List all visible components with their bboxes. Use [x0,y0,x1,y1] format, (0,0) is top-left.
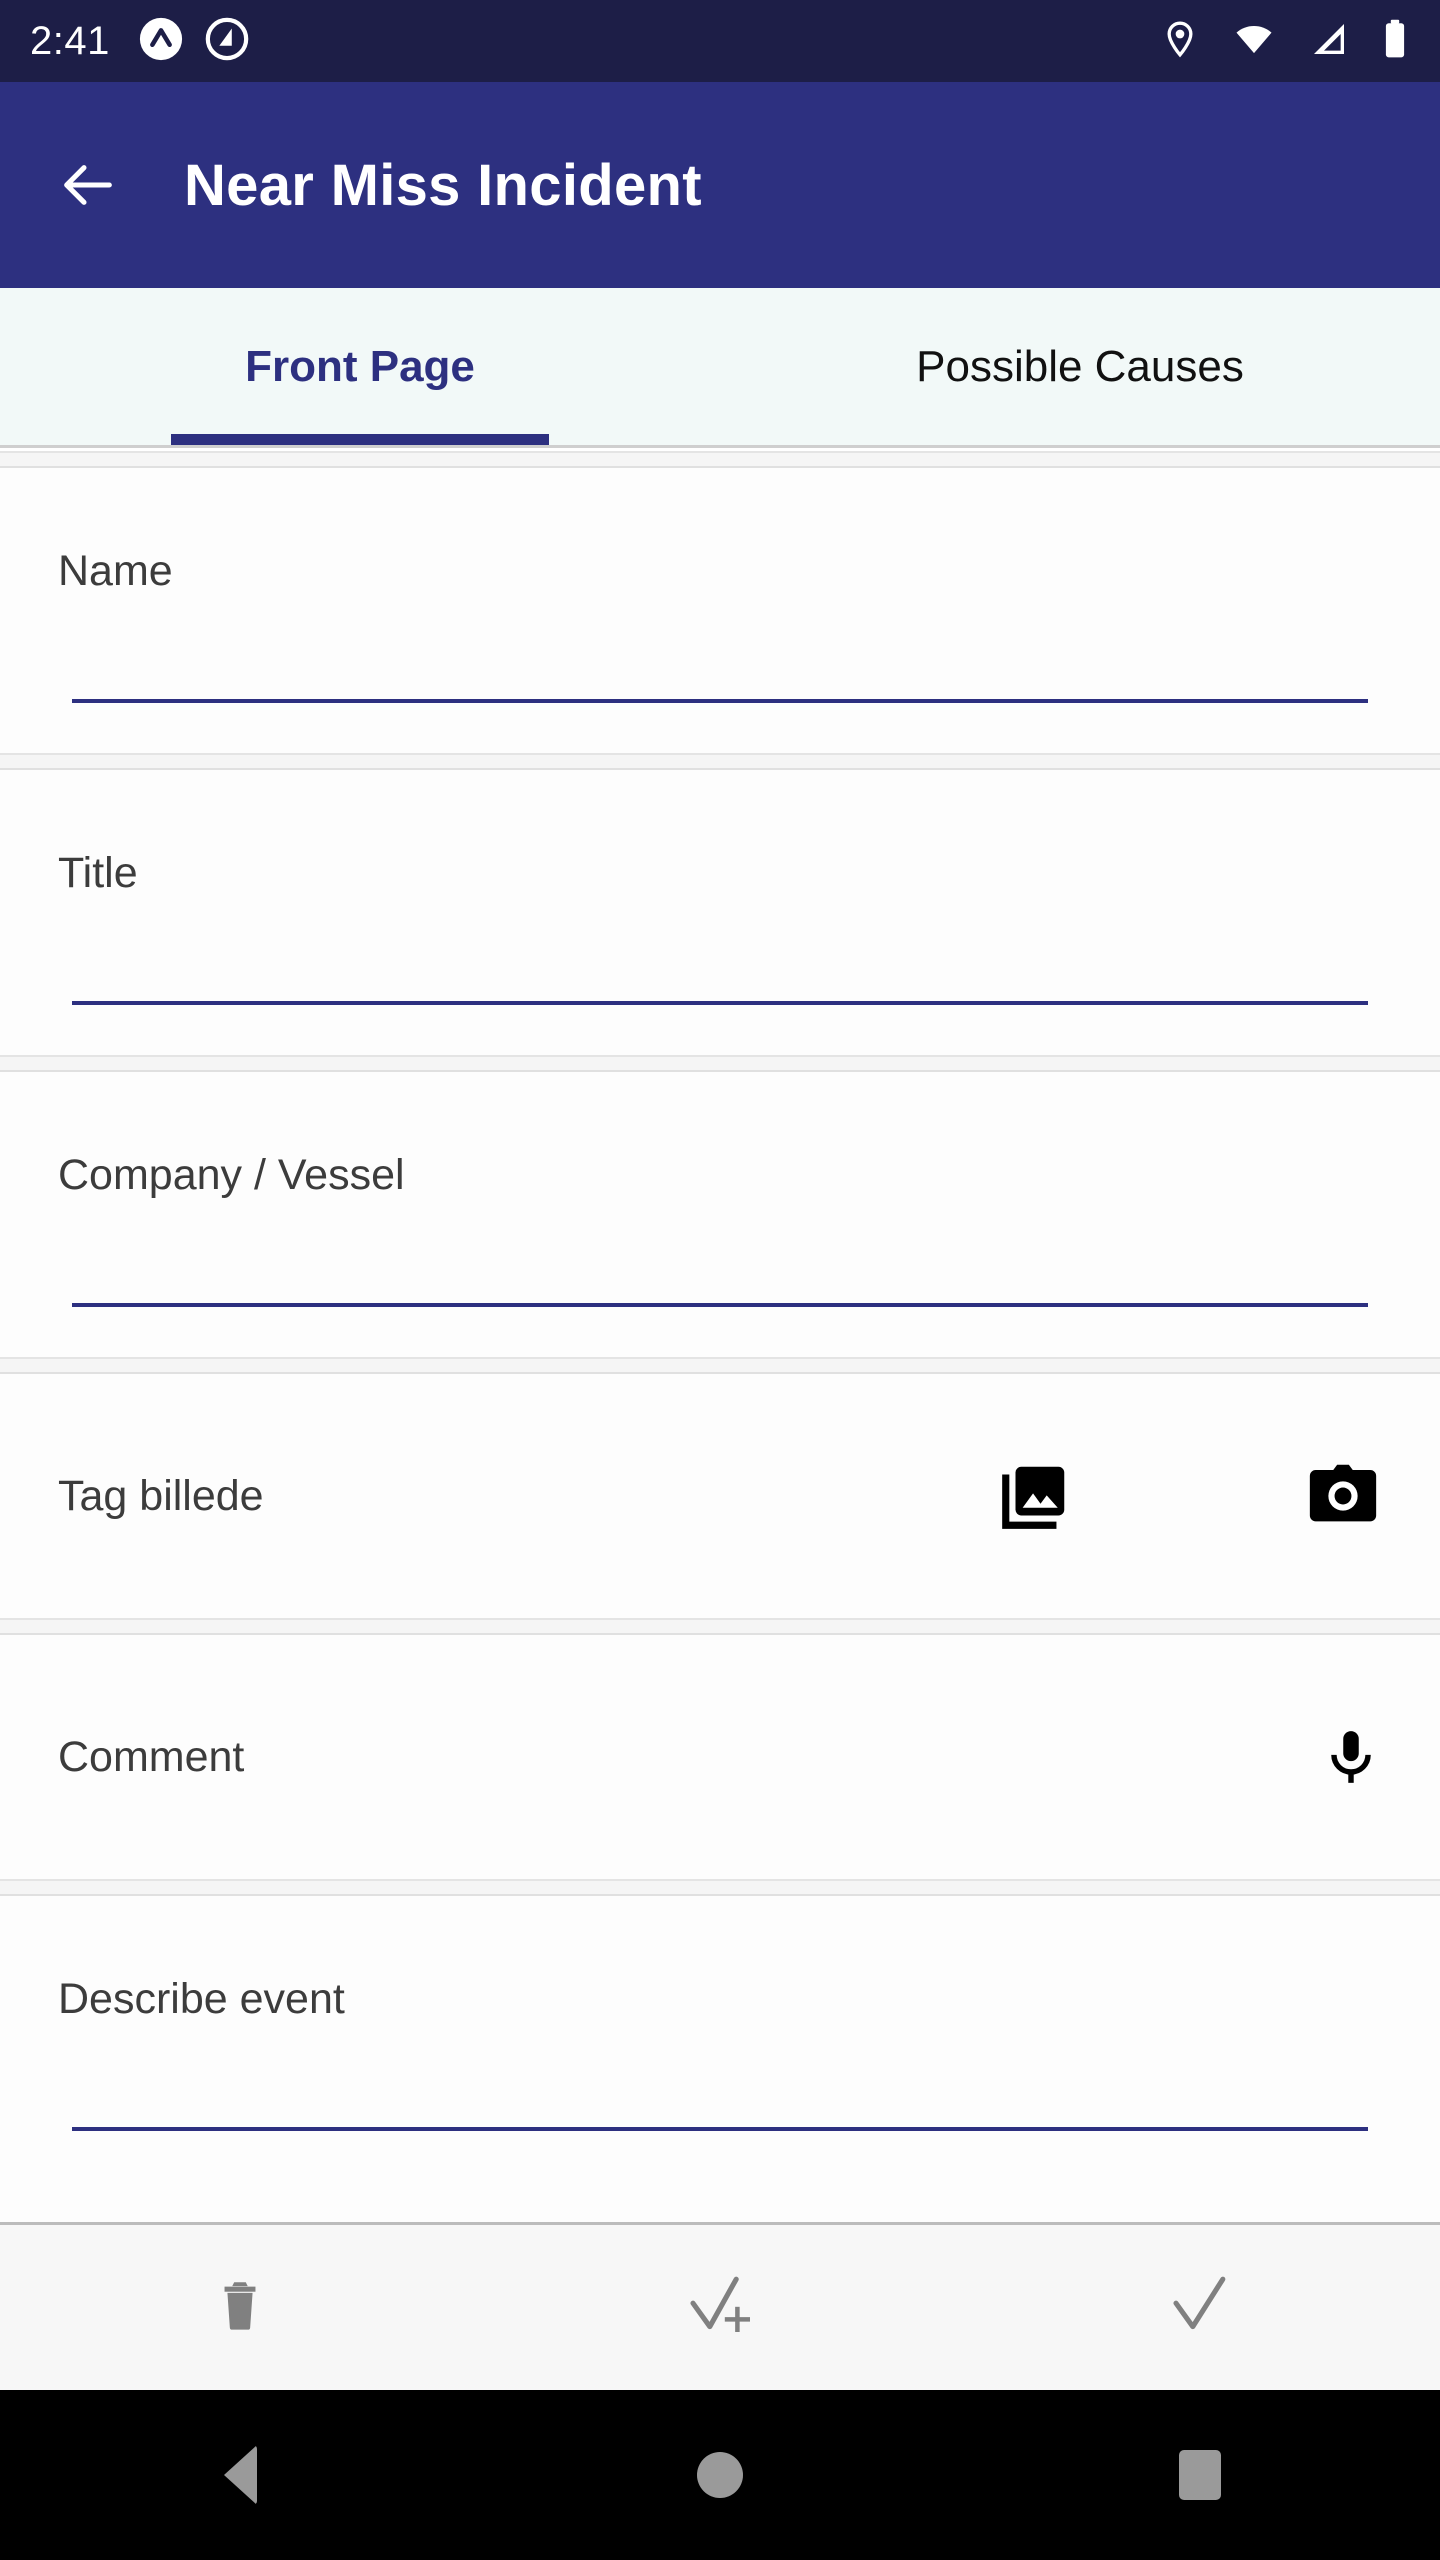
status-bar-notification-icons [138,16,250,67]
bottom-toolbar [0,2222,1440,2390]
field-describe-event-label: Describe event [58,1975,345,2023]
field-company-vessel-underline [72,1303,1368,1307]
wifi-icon [1232,19,1276,64]
trash-icon [211,2276,269,2339]
row-separator [0,753,1440,770]
tab-active-indicator [171,434,549,445]
field-describe-event[interactable]: Describe event [0,1896,1440,2181]
form-content: Name Title Company / Vessel Tag billede [0,451,1440,2222]
field-tag-billede: Tag billede [0,1374,1440,1618]
field-comment[interactable]: Comment [0,1635,1440,1879]
field-describe-event-underline [72,2127,1368,2131]
location-icon [1160,19,1200,64]
field-comment-actions [1320,1726,1382,1788]
field-comment-label: Comment [58,1732,245,1781]
field-tag-billede-label: Tag billede [58,1471,264,1520]
tab-bar: Front Page Possible Causes [0,288,1440,448]
save-and-new-button[interactable] [480,2225,960,2390]
row-separator [0,1357,1440,1374]
camera-icon[interactable] [1304,1457,1382,1535]
row-separator [0,1879,1440,1896]
back-arrow-icon[interactable] [56,153,120,217]
status-bar: 2:41 [0,0,1440,82]
microphone-icon[interactable] [1320,1726,1382,1788]
delete-button[interactable] [0,2225,480,2390]
tab-possible-causes[interactable]: Possible Causes [720,288,1440,445]
triangle-back-icon [223,2445,257,2505]
square-recents-icon [1179,2450,1221,2500]
status-bar-clock: 2:41 [30,19,110,63]
app-screen: 2:41 Near Miss Incident Front Page Possi… [0,0,1440,2560]
field-name[interactable]: Name [0,468,1440,753]
field-title[interactable]: Title [0,770,1440,1055]
row-separator [0,1055,1440,1072]
android-recents-button[interactable] [960,2450,1440,2500]
save-button[interactable] [960,2225,1440,2390]
field-name-label: Name [58,547,173,595]
status-bar-system-icons [1160,18,1408,65]
android-home-button[interactable] [480,2452,960,2498]
tab-possible-causes-label: Possible Causes [916,341,1244,391]
page-title: Near Miss Incident [184,152,702,218]
field-company-vessel[interactable]: Company / Vessel [0,1072,1440,1357]
tab-front-page-label: Front Page [245,341,475,391]
battery-icon [1382,18,1408,65]
row-separator [0,1618,1440,1635]
check-plus-icon [684,2269,756,2346]
photo-library-icon[interactable] [996,1457,1074,1535]
android-navigation-bar [0,2390,1440,2560]
cellular-signal-icon [1308,19,1350,64]
field-name-underline [72,699,1368,703]
field-title-label: Title [58,849,138,897]
row-separator [0,451,1440,468]
field-company-vessel-label: Company / Vessel [58,1151,405,1199]
circle-home-icon [697,2452,743,2498]
app-logo-circle-q-icon [204,16,250,67]
app-bar: Near Miss Incident [0,82,1440,288]
android-back-button[interactable] [0,2445,480,2505]
tab-front-page[interactable]: Front Page [0,288,720,445]
field-tag-billede-actions [996,1457,1382,1535]
app-logo-chevron-icon [138,16,184,67]
check-icon [1164,2269,1236,2346]
field-title-underline [72,1001,1368,1005]
